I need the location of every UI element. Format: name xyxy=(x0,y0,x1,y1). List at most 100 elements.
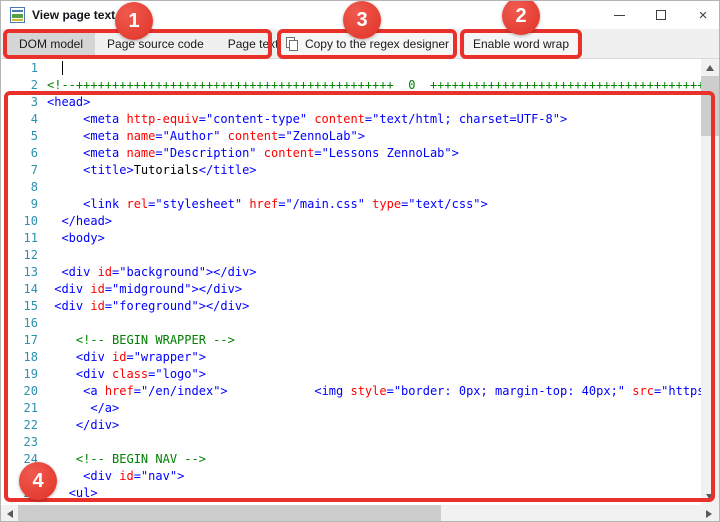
tab-dom-model[interactable]: DOM model xyxy=(7,29,95,58)
scroll-right-button[interactable] xyxy=(700,505,717,522)
scroll-left-icon xyxy=(7,510,13,518)
scroll-left-button[interactable] xyxy=(1,505,18,522)
line-number: 2 xyxy=(2,77,42,94)
line-number: 8 xyxy=(2,179,42,196)
code-line[interactable]: 23 xyxy=(2,434,703,451)
horizontal-scrollbar-thumb[interactable] xyxy=(18,505,441,522)
scroll-down-icon xyxy=(706,494,714,500)
code-line[interactable]: 15 <div id="foreground"></div> xyxy=(2,298,703,315)
code-line[interactable]: 18 <div id="wrapper"> xyxy=(2,349,703,366)
line-number: 3 xyxy=(2,94,42,111)
code-lines[interactable]: 12<!--++++++++++++++++++++++++++++++++++… xyxy=(2,60,703,502)
scroll-down-button[interactable] xyxy=(701,488,719,505)
scroll-up-button[interactable] xyxy=(701,59,719,76)
code-text: <link rel="stylesheet" href="/main.css" … xyxy=(47,196,488,213)
title-bar: View page text × xyxy=(1,1,719,29)
code-line[interactable]: 1 xyxy=(2,60,703,77)
toolbar: DOM model Page source code Page text Cop… xyxy=(1,29,719,59)
code-text: <!-- BEGIN WRAPPER --> xyxy=(47,332,235,349)
tab-page-source-code[interactable]: Page source code xyxy=(95,29,216,58)
minimize-icon xyxy=(614,15,625,16)
maximize-button[interactable] xyxy=(644,1,678,29)
code-line[interactable]: 3<head> xyxy=(2,94,703,111)
code-text: </head> xyxy=(47,213,112,230)
horizontal-scrollbar[interactable] xyxy=(1,505,720,522)
code-line[interactable]: 19 <div class="logo"> xyxy=(2,366,703,383)
code-text: <meta name="Author" content="ZennoLab"> xyxy=(47,128,365,145)
close-icon: × xyxy=(699,8,708,23)
vertical-scrollbar[interactable] xyxy=(701,59,719,505)
line-number: 18 xyxy=(2,349,42,366)
line-number: 5 xyxy=(2,128,42,145)
code-line[interactable]: 5 <meta name="Author" content="ZennoLab"… xyxy=(2,128,703,145)
code-text: <meta name="Description" content="Lesson… xyxy=(47,145,459,162)
copy-button-label: Copy to the regex designer xyxy=(305,37,449,51)
tab-strip: DOM model Page source code Page text xyxy=(7,29,290,58)
code-text: <a href="/en/index"> <img style="border:… xyxy=(47,383,703,400)
page-text-icon xyxy=(10,7,25,23)
line-number: 9 xyxy=(2,196,42,213)
enable-word-wrap-button[interactable]: Enable word wrap xyxy=(465,32,577,56)
window-title: View page text xyxy=(32,8,115,22)
line-number: 22 xyxy=(2,417,42,434)
line-number: 16 xyxy=(2,315,42,332)
line-number: 23 xyxy=(2,434,42,451)
scroll-right-icon xyxy=(706,510,712,518)
code-text: <div id="wrapper"> xyxy=(47,349,206,366)
code-text: <div id="foreground"></div> xyxy=(47,298,249,315)
vertical-scrollbar-thumb[interactable] xyxy=(701,76,719,136)
line-number: 25 xyxy=(2,468,42,485)
code-line[interactable]: 14 <div id="midground"></div> xyxy=(2,281,703,298)
code-line[interactable]: 16 xyxy=(2,315,703,332)
line-number: 10 xyxy=(2,213,42,230)
line-number: 17 xyxy=(2,332,42,349)
code-text: <ul> xyxy=(47,485,98,502)
code-text: <title>Tutorials</title> xyxy=(47,162,257,179)
code-line[interactable]: 13 <div id="background"></div> xyxy=(2,264,703,281)
line-number: 26 xyxy=(2,485,42,502)
line-number: 19 xyxy=(2,366,42,383)
tab-page-text[interactable]: Page text xyxy=(216,29,291,58)
line-number: 6 xyxy=(2,145,42,162)
code-line[interactable]: 20 <a href="/en/index"> <img style="bord… xyxy=(2,383,703,400)
code-text: <body> xyxy=(47,230,105,247)
code-line[interactable]: 24 <!-- BEGIN NAV --> xyxy=(2,451,703,468)
line-number: 21 xyxy=(2,400,42,417)
line-number: 15 xyxy=(2,298,42,315)
code-editor[interactable]: 12<!--++++++++++++++++++++++++++++++++++… xyxy=(2,59,703,505)
code-line[interactable]: 4 <meta http-equiv="content-type" conten… xyxy=(2,111,703,128)
code-text: <div class="logo"> xyxy=(47,366,206,383)
maximize-icon xyxy=(656,10,666,20)
code-line[interactable]: 9 <link rel="stylesheet" href="/main.css… xyxy=(2,196,703,213)
code-line[interactable]: 22 </div> xyxy=(2,417,703,434)
code-line[interactable]: 12 xyxy=(2,247,703,264)
code-line[interactable]: 2<!--+++++++++++++++++++++++++++++++++++… xyxy=(2,77,703,94)
code-line[interactable]: 11 <body> xyxy=(2,230,703,247)
wordwrap-button-label: Enable word wrap xyxy=(473,37,569,51)
code-line[interactable]: 10 </head> xyxy=(2,213,703,230)
line-number: 20 xyxy=(2,383,42,400)
code-text: <div id="midground"></div> xyxy=(47,281,242,298)
copy-pages-icon xyxy=(286,37,299,51)
line-number: 11 xyxy=(2,230,42,247)
line-number: 14 xyxy=(2,281,42,298)
code-line[interactable]: 6 <meta name="Description" content="Less… xyxy=(2,145,703,162)
code-line[interactable]: 25 <div id="nav"> xyxy=(2,468,703,485)
code-line[interactable]: 17 <!-- BEGIN WRAPPER --> xyxy=(2,332,703,349)
code-line[interactable]: 21 </a> xyxy=(2,400,703,417)
line-number: 13 xyxy=(2,264,42,281)
scroll-up-icon xyxy=(706,65,714,71)
line-number: 1 xyxy=(2,60,42,77)
code-text: <div id="nav"> xyxy=(47,468,184,485)
code-line[interactable]: 26 <ul> xyxy=(2,485,703,502)
view-page-text-window: View page text × DOM model Page source c… xyxy=(0,0,720,522)
code-line[interactable]: 7 <title>Tutorials</title> xyxy=(2,162,703,179)
text-caret xyxy=(62,61,63,75)
copy-to-regex-designer-button[interactable]: Copy to the regex designer xyxy=(282,32,453,56)
close-button[interactable]: × xyxy=(686,1,720,29)
minimize-button[interactable] xyxy=(602,1,636,29)
code-text: </div> xyxy=(47,417,119,434)
line-number: 24 xyxy=(2,451,42,468)
code-line[interactable]: 8 xyxy=(2,179,703,196)
code-text: <div id="background"></div> xyxy=(47,264,257,281)
